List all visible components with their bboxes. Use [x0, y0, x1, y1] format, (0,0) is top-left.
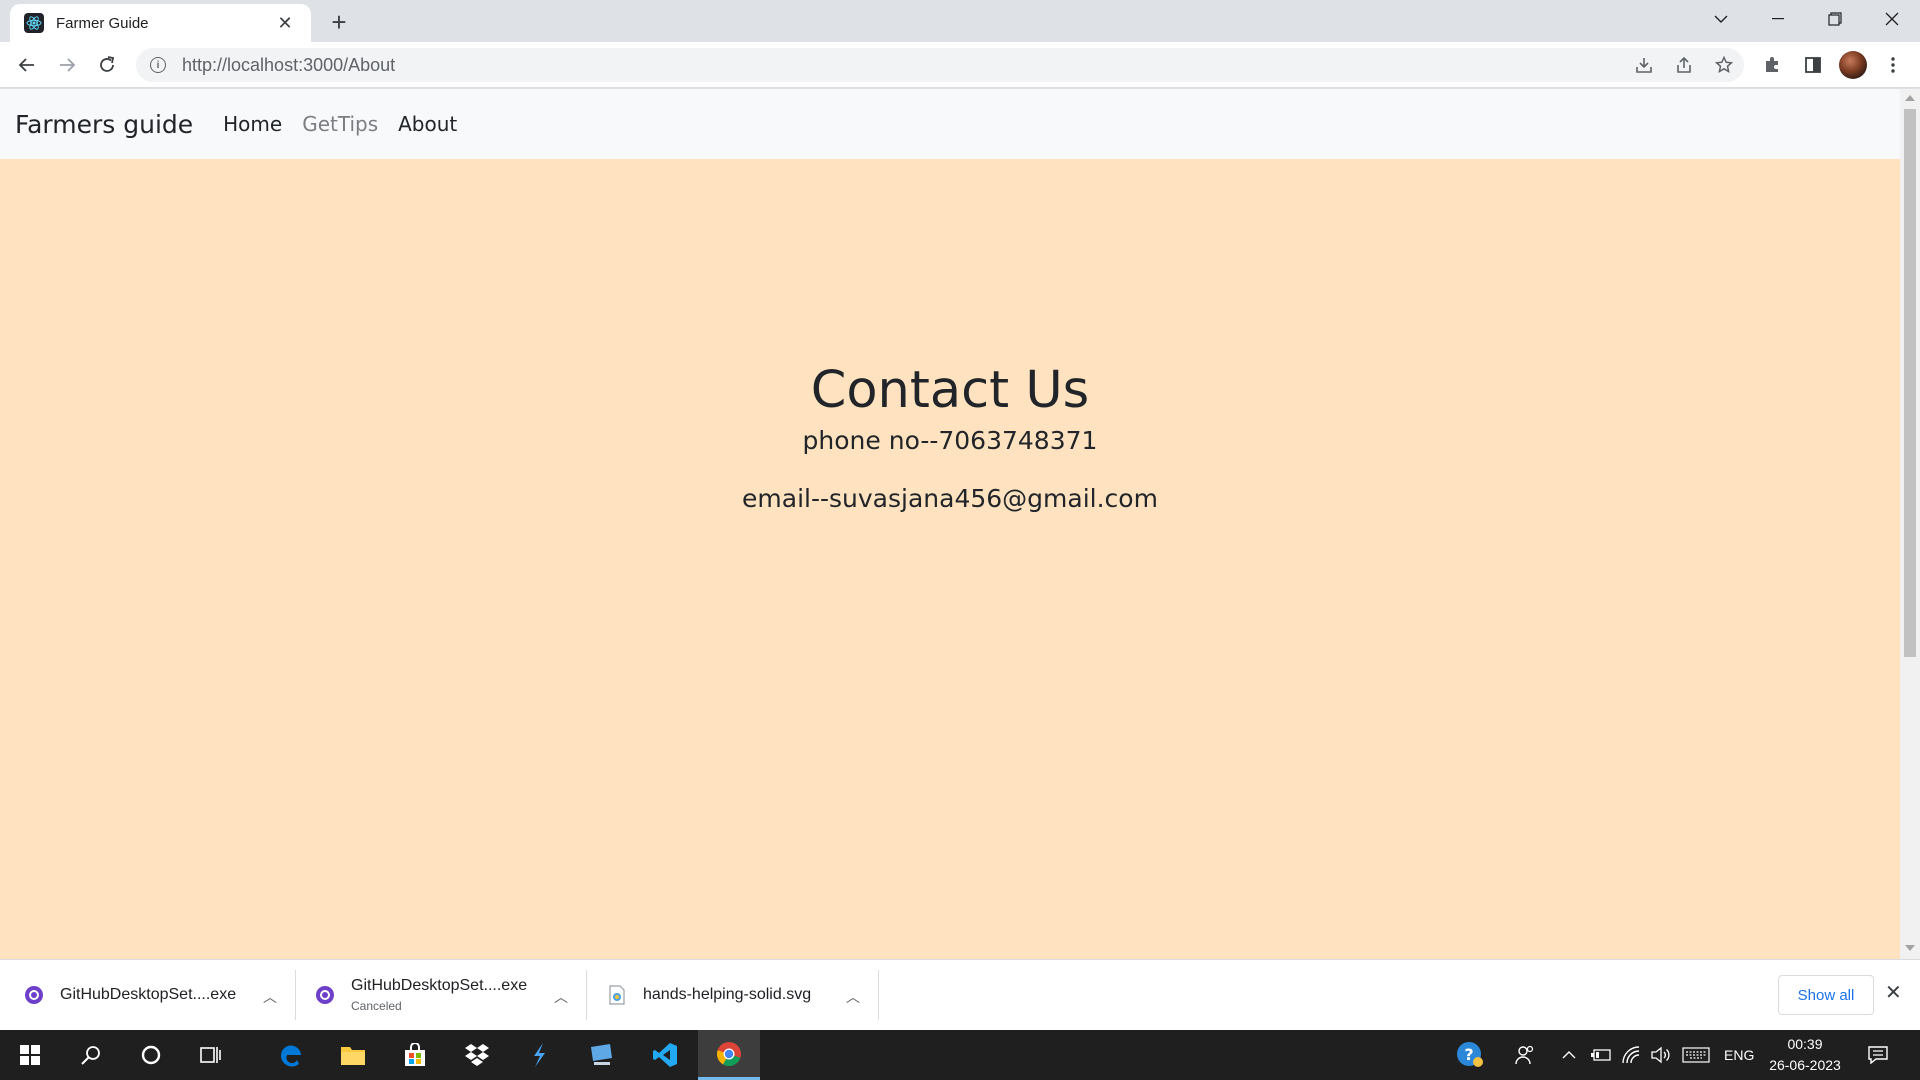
site-info-icon[interactable]: i [150, 57, 166, 73]
microsoft-store-icon[interactable] [384, 1030, 446, 1080]
battery-icon[interactable] [1591, 1030, 1611, 1080]
svg-file-icon [607, 985, 627, 1005]
browser-menu-icon[interactable] [1877, 49, 1909, 81]
browser-tabstrip: Farmer Guide ✕ + [0, 0, 1920, 42]
bookmark-star-icon[interactable] [1704, 48, 1744, 82]
download-name: GitHubDesktopSet....exe [60, 986, 237, 1003]
github-desktop-icon [315, 985, 335, 1005]
navbar-brand[interactable]: Farmers guide [15, 110, 193, 139]
cortana-icon[interactable] [120, 1030, 182, 1080]
windows-taskbar: ? ENG 00:39 26-06-2023 [0, 1030, 1920, 1080]
svg-text:?: ? [1464, 1045, 1473, 1064]
volume-icon[interactable] [1651, 1030, 1671, 1080]
chevron-up-icon[interactable]: ︿ [263, 987, 277, 1007]
people-icon[interactable] [1515, 1030, 1535, 1080]
visual-studio-installer-icon[interactable] [508, 1030, 570, 1080]
remote-desktop-icon[interactable] [570, 1030, 632, 1080]
download-name: GitHubDesktopSet....exe [351, 977, 528, 994]
download-item[interactable]: GitHubDesktopSet....exe ︿ [24, 970, 296, 1020]
notification-center-icon[interactable] [1868, 1030, 1888, 1080]
task-view-icon[interactable] [180, 1030, 242, 1080]
nav-link-home[interactable]: Home [223, 112, 282, 136]
page-viewport: Farmers guide Home GetTips About Contact… [0, 89, 1900, 959]
chevron-up-icon[interactable]: ︿ [554, 987, 568, 1007]
download-name: hands-helping-solid.svg [643, 986, 812, 1003]
taskbar-clock[interactable]: 00:39 26-06-2023 [1760, 1034, 1850, 1076]
show-all-button[interactable]: Show all [1778, 975, 1874, 1015]
vscode-icon[interactable] [634, 1030, 696, 1080]
restore-button[interactable] [1806, 0, 1863, 38]
chevron-up-icon[interactable] [1562, 1030, 1576, 1080]
reload-icon[interactable] [91, 49, 123, 81]
chevron-up-icon[interactable]: ︿ [846, 987, 860, 1007]
avatar [1839, 51, 1867, 79]
install-app-icon[interactable] [1624, 48, 1664, 82]
contact-heading: Contact Us [810, 361, 1090, 420]
minimize-button[interactable] [1749, 0, 1806, 38]
tab-search-chevron-icon[interactable] [1692, 0, 1749, 38]
clock-date: 26-06-2023 [1769, 1057, 1841, 1073]
window-controls [1692, 0, 1920, 38]
scroll-thumb[interactable] [1904, 109, 1916, 657]
forward-arrow-icon[interactable] [51, 49, 83, 81]
contact-section: Contact Us phone no--7063748371 email--s… [0, 359, 1900, 517]
browser-toolbar: i http://localhost:3000/About [0, 42, 1920, 88]
browser-tab[interactable]: Farmer Guide ✕ [10, 4, 311, 42]
github-desktop-icon [24, 985, 44, 1005]
contact-phone: phone no--7063748371 [802, 426, 1098, 455]
tab-title: Farmer Guide [56, 14, 149, 32]
site-navbar: Farmers guide Home GetTips About [0, 89, 1900, 159]
new-tab-button[interactable]: + [323, 6, 355, 38]
download-shelf: GitHubDesktopSet....exe ︿ GitHubDesktopS… [0, 959, 1920, 1030]
scroll-down-arrow-icon[interactable] [1905, 945, 1915, 951]
chrome-icon[interactable] [698, 1030, 760, 1080]
nav-link-about[interactable]: About [398, 112, 457, 136]
close-window-button[interactable] [1863, 0, 1920, 38]
download-item[interactable]: GitHubDesktopSet....exe Canceled ︿ [315, 970, 587, 1020]
edge-browser-icon[interactable] [260, 1030, 322, 1080]
close-icon[interactable]: ✕ [1885, 980, 1902, 1005]
help-icon[interactable]: ? [1456, 1030, 1484, 1080]
keyboard-icon[interactable] [1682, 1030, 1710, 1080]
extensions-puzzle-icon[interactable] [1756, 49, 1788, 81]
clock-time: 00:39 [1787, 1036, 1823, 1052]
wifi-icon[interactable] [1622, 1030, 1642, 1080]
windows-start-icon[interactable] [0, 1030, 60, 1080]
contact-email: email--suvasjana456@gmail.com [742, 484, 1158, 513]
file-explorer-icon[interactable] [322, 1030, 384, 1080]
download-status: Canceled [351, 999, 402, 1013]
dropbox-icon[interactable] [446, 1030, 508, 1080]
scroll-up-arrow-icon[interactable] [1905, 95, 1915, 101]
tab-close-icon[interactable]: ✕ [273, 11, 297, 35]
side-panel-icon[interactable] [1797, 49, 1829, 81]
react-logo-icon [24, 13, 44, 33]
download-item[interactable]: hands-helping-solid.svg ︿ [607, 970, 879, 1020]
nav-link-gettips[interactable]: GetTips [302, 112, 378, 136]
profile-avatar[interactable] [1837, 49, 1869, 81]
omnibox-actions [1624, 48, 1744, 82]
language-indicator[interactable]: ENG [1724, 1030, 1754, 1080]
url-text[interactable]: http://localhost:3000/About [182, 55, 395, 76]
search-icon[interactable] [60, 1030, 122, 1080]
share-icon[interactable] [1664, 48, 1704, 82]
address-bar[interactable]: i http://localhost:3000/About [136, 48, 1744, 82]
page-scrollbar[interactable] [1900, 89, 1920, 959]
back-arrow-icon[interactable] [11, 49, 43, 81]
